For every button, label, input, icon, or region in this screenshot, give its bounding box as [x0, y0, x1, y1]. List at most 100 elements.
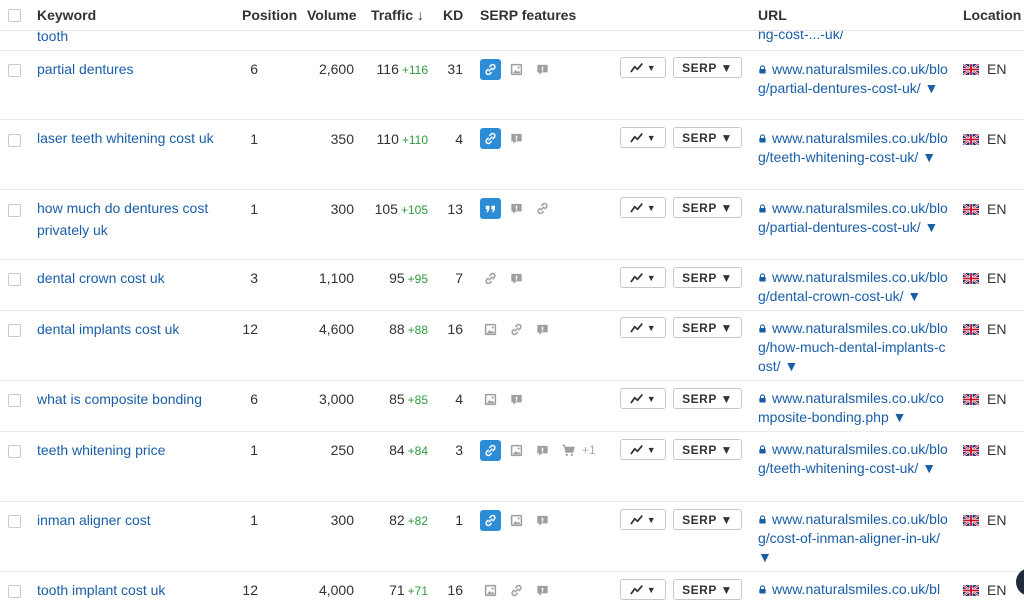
table-row: teeth whitening price 1 250 84 +84 3 +1 ▼…	[0, 432, 1024, 502]
table-row: tooth implant cost uk 12 4,000 71 +71 16 …	[0, 572, 1024, 612]
image-icon[interactable]	[480, 319, 501, 340]
trend-chart-button[interactable]: ▼	[620, 579, 666, 600]
keyword-link[interactable]: tooth implant cost uk	[37, 579, 237, 601]
link-icon[interactable]	[480, 127, 501, 149]
url-text[interactable]: www.naturalsmiles.co.uk/blog/cost-of-inm…	[758, 511, 948, 565]
image-icon[interactable]	[506, 510, 527, 531]
column-header-volume[interactable]: Volume	[307, 7, 357, 23]
serp-button[interactable]: SERP ▼	[673, 439, 742, 460]
link-icon[interactable]	[480, 439, 501, 461]
column-header-traffic[interactable]: Traffic ↓	[371, 7, 424, 23]
url-link[interactable]: www.naturalsmiles.co.uk/blog/partial-den…	[758, 60, 950, 98]
more-features-count[interactable]: +1	[582, 443, 596, 457]
keyword-link[interactable]: laser teeth whitening cost uk	[37, 127, 237, 149]
url-text[interactable]: www.naturalsmiles.co.uk/bl	[772, 581, 940, 597]
trend-chart-button[interactable]: ▼	[620, 127, 666, 148]
traffic-value: 116 +116	[360, 61, 428, 77]
keyword-link[interactable]: dental crown cost uk	[37, 267, 237, 289]
column-header-serp-features[interactable]: SERP features	[480, 7, 576, 23]
keyword-link[interactable]: teeth whitening price	[37, 439, 237, 461]
url-text[interactable]: www.naturalsmiles.co.uk/composite-bondin…	[758, 390, 944, 425]
comment-icon[interactable]	[506, 128, 527, 149]
comment-icon[interactable]	[532, 319, 553, 340]
keyword-link[interactable]: dental implants cost uk	[37, 318, 237, 340]
url-text[interactable]: www.naturalsmiles.co.uk/blog/how-much-de…	[758, 320, 948, 374]
comment-icon[interactable]	[506, 389, 527, 410]
link-icon[interactable]	[480, 509, 501, 531]
serp-button[interactable]: SERP ▼	[673, 317, 742, 338]
column-header-url[interactable]: URL	[758, 7, 787, 23]
url-link[interactable]: www.naturalsmiles.co.uk/composite-bondin…	[758, 389, 950, 427]
trend-chart-button[interactable]: ▼	[620, 267, 666, 288]
comment-icon[interactable]	[506, 268, 527, 289]
trend-chart-button[interactable]: ▼	[620, 439, 666, 460]
column-header-location[interactable]: Location	[963, 7, 1021, 23]
row-checkbox[interactable]	[8, 515, 21, 528]
url-text[interactable]: www.naturalsmiles.co.uk/blog/teeth-white…	[758, 130, 948, 165]
url-link[interactable]: www.naturalsmiles.co.uk/blog/teeth-white…	[758, 440, 950, 478]
quote-icon[interactable]	[480, 197, 501, 219]
row-checkbox[interactable]	[8, 204, 21, 217]
keyword-link[interactable]: partial dentures	[37, 58, 237, 80]
serp-button[interactable]: SERP ▼	[673, 127, 742, 148]
column-header-position[interactable]: Position	[242, 7, 297, 23]
url-link[interactable]: www.naturalsmiles.co.uk/bl	[758, 580, 950, 599]
link-icon[interactable]	[480, 268, 501, 289]
image-icon[interactable]	[480, 389, 501, 410]
url-link[interactable]: www.naturalsmiles.co.uk/blog/cost-of-inm…	[758, 510, 950, 567]
serp-features	[480, 509, 553, 531]
serp-button[interactable]: SERP ▼	[673, 388, 742, 409]
comment-icon[interactable]	[532, 59, 553, 80]
image-icon[interactable]	[480, 580, 501, 601]
comment-icon[interactable]	[532, 510, 553, 531]
image-icon[interactable]	[506, 440, 527, 461]
link-icon[interactable]	[506, 580, 527, 601]
row-checkbox[interactable]	[8, 394, 21, 407]
language: EN	[987, 321, 1007, 337]
comment-icon[interactable]	[506, 198, 527, 219]
column-header-kd[interactable]: KD	[443, 7, 463, 23]
link-icon[interactable]	[480, 58, 501, 80]
serp-button[interactable]: SERP ▼	[673, 579, 742, 600]
comment-icon[interactable]	[532, 440, 553, 461]
table-row: laser teeth whitening cost uk 1 350 110 +…	[0, 120, 1024, 190]
trend-chart-button[interactable]: ▼	[620, 317, 666, 338]
comment-icon[interactable]	[532, 580, 553, 601]
row-checkbox[interactable]	[8, 134, 21, 147]
url-text[interactable]: www.naturalsmiles.co.uk/blog/teeth-white…	[758, 441, 948, 476]
link-icon[interactable]	[506, 319, 527, 340]
url-text[interactable]: www.naturalsmiles.co.uk/blog/dental-crow…	[758, 269, 948, 304]
serp-button[interactable]: SERP ▼	[673, 509, 742, 530]
trend-chart-button[interactable]: ▼	[620, 388, 666, 409]
keyword-link[interactable]: how much do dentures cost privately uk	[37, 197, 237, 241]
row-checkbox[interactable]	[8, 585, 21, 598]
trend-chart-button[interactable]: ▼	[620, 57, 666, 78]
select-all-checkbox[interactable]	[8, 9, 21, 22]
url-text[interactable]: www.naturalsmiles.co.uk/blog/partial-den…	[758, 61, 948, 96]
keyword-link[interactable]: what is composite bonding	[37, 388, 237, 410]
trend-chart-button[interactable]: ▼	[620, 197, 666, 218]
location: EN	[963, 442, 1006, 458]
url-link[interactable]: www.naturalsmiles.co.uk/blog/dental-crow…	[758, 268, 950, 306]
row-checkbox[interactable]	[8, 445, 21, 458]
url-link[interactable]: www.naturalsmiles.co.uk/blog/teeth-white…	[758, 129, 950, 167]
traffic-delta: +105	[400, 203, 428, 217]
url-link[interactable]: www.naturalsmiles.co.uk/blog/partial-den…	[758, 199, 950, 237]
serp-button[interactable]: SERP ▼	[673, 57, 742, 78]
serp-button[interactable]: SERP ▼	[673, 197, 742, 218]
shopping-cart-icon[interactable]	[558, 440, 579, 461]
traffic-value: 84 +84	[360, 442, 428, 458]
trend-chart-button[interactable]: ▼	[620, 509, 666, 530]
traffic-delta: +116	[401, 63, 428, 77]
url-text[interactable]: www.naturalsmiles.co.uk/blog/partial-den…	[758, 200, 948, 235]
row-checkbox[interactable]	[8, 324, 21, 337]
link-icon[interactable]	[532, 198, 553, 219]
row-checkbox[interactable]	[8, 64, 21, 77]
url-link[interactable]: www.naturalsmiles.co.uk/blog/how-much-de…	[758, 319, 950, 376]
column-header-keyword[interactable]: Keyword	[37, 7, 96, 23]
serp-button[interactable]: SERP ▼	[673, 267, 742, 288]
keyword-link[interactable]: inman aligner cost	[37, 509, 237, 531]
traffic-value: 105 +105	[360, 201, 428, 217]
image-icon[interactable]	[506, 59, 527, 80]
row-checkbox[interactable]	[8, 273, 21, 286]
